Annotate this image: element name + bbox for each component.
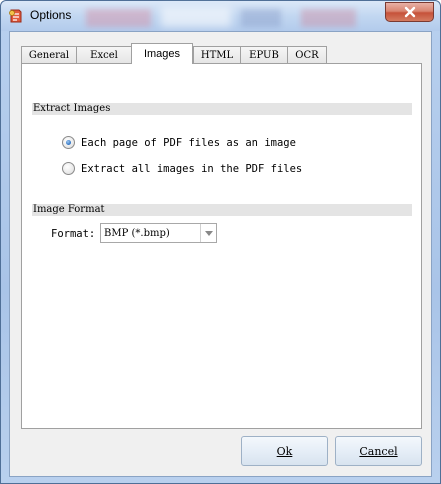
tab-epub[interactable]: EPUB [240, 46, 287, 64]
radio-each-page-option[interactable]: Each page of PDF files as an image [62, 136, 296, 149]
ok-button[interactable]: Ok [241, 436, 328, 466]
format-select[interactable]: BMP (*.bmp) [100, 223, 217, 243]
tab-html[interactable]: HTML [193, 46, 240, 64]
radio-label: Each page of PDF files as an image [81, 136, 296, 149]
images-tab-panel: Extract Images Each page of PDF files as… [21, 63, 422, 429]
ok-button-label: Ok [276, 444, 293, 458]
radio-label: Extract all images in the PDF files [81, 162, 303, 175]
close-button[interactable] [385, 2, 434, 22]
tab-strip: General Excel Images HTML EPUB OCR [21, 43, 327, 64]
options-window: Options General Excel Images HTML EPUB O… [0, 0, 441, 484]
cancel-button-label: Cancel [359, 444, 398, 458]
tab-excel[interactable]: Excel [76, 46, 131, 64]
title-bar[interactable]: Options [1, 1, 440, 31]
radio-extract-all-option[interactable]: Extract all images in the PDF files [62, 162, 302, 175]
radio-button-checked[interactable] [62, 136, 75, 149]
app-logo-icon [8, 8, 24, 24]
cancel-button[interactable]: Cancel [335, 436, 422, 466]
extract-images-header: Extract Images [32, 103, 412, 115]
tab-images[interactable]: Images [131, 43, 193, 64]
dialog-body: General Excel Images HTML EPUB OCR Extra… [9, 31, 432, 477]
format-select-value: BMP (*.bmp) [104, 227, 170, 239]
tab-ocr[interactable]: OCR [287, 46, 327, 64]
format-label: Format: [51, 228, 96, 240]
close-icon [403, 3, 417, 22]
radio-button[interactable] [62, 162, 75, 175]
window-title: Options [30, 8, 72, 22]
chevron-down-icon[interactable] [200, 224, 216, 242]
tab-general[interactable]: General [21, 46, 76, 64]
image-format-header: Image Format [32, 204, 412, 216]
